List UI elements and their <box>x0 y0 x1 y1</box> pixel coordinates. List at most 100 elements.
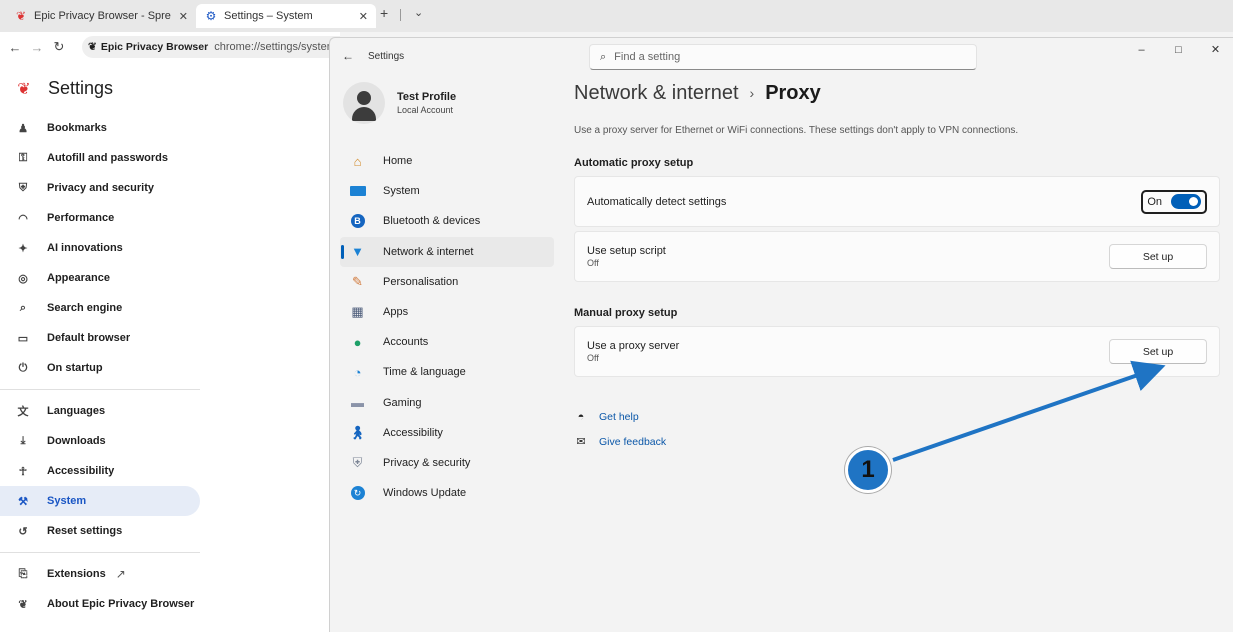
sidebar-item-label: Gaming <box>383 396 422 409</box>
search-icon: ⌕ <box>600 50 607 63</box>
gamepad-icon: ▬ <box>351 395 364 411</box>
sidebar-item-label: Bookmarks <box>47 122 107 134</box>
sidebar-item-label: Personalisation <box>383 275 459 288</box>
breadcrumb: Network & internet › Proxy <box>574 78 1220 108</box>
sidebar-item-label: Apps <box>383 306 409 319</box>
browser-settings-page: ❦ Settings ♟ Bookmarks ⚿ Autofill and pass… <box>0 62 330 632</box>
proxy-server-setup-button[interactable]: Set up <box>1109 339 1207 364</box>
back-arrow-icon[interactable]: ← <box>342 49 354 63</box>
get-help-link[interactable]: ◓ Get help <box>574 404 1220 429</box>
sidebar-item-label: Time & language <box>383 366 466 379</box>
toggle-switch[interactable] <box>1171 194 1201 209</box>
download-icon: ⤓ <box>20 434 26 447</box>
browser-icon: ▭ <box>17 332 29 345</box>
close-tab-icon[interactable]: ✕ <box>179 10 188 23</box>
wifi-icon: ▼ <box>351 244 364 260</box>
sidebar-item-label: Default browser <box>47 332 131 344</box>
sidebar-item-bluetooth[interactable]: B Bluetooth & devices <box>340 206 554 236</box>
monitor-icon <box>349 183 366 200</box>
key-icon: ⚿ <box>18 151 28 164</box>
shield-icon: ⛨ <box>352 454 363 470</box>
sidebar-item-label: Bluetooth & devices <box>383 215 481 228</box>
search-input[interactable]: ⌕ Find a setting <box>589 44 977 70</box>
sidebar-item-privacy-security[interactable]: ⛨ Privacy & security <box>340 448 554 478</box>
user-profile[interactable]: Test Profile Local Account <box>343 82 456 124</box>
reload-icon[interactable]: ↻ <box>48 39 70 55</box>
sidebar-item-label: Languages <box>47 405 106 417</box>
avatar <box>343 82 385 124</box>
get-help-label: Get help <box>599 410 639 423</box>
sidebar-item-label: System <box>47 495 87 507</box>
close-icon[interactable]: ✕ <box>1197 38 1233 66</box>
breadcrumb-separator: › <box>749 85 755 101</box>
sidebar-item-apps[interactable]: ▦ Apps <box>340 297 554 327</box>
sidebar-item-autofill[interactable]: ⚿ Autofill and passwords <box>0 143 200 173</box>
sidebar-item-gaming[interactable]: ▬ Gaming <box>340 388 554 418</box>
sidebar-item-time-language[interactable]: ◔ Time & language <box>340 357 554 387</box>
sidebar-item-privacy[interactable]: ⛨ Privacy and security <box>0 173 200 203</box>
breadcrumb-parent[interactable]: Network & internet <box>574 82 739 105</box>
section-heading-automatic: Automatic proxy setup <box>574 157 694 169</box>
minimize-icon[interactable]: – <box>1123 38 1160 66</box>
reset-icon: ↺ <box>18 525 28 538</box>
sidebar-item-on-startup[interactable]: ⏻ On startup <box>0 353 200 383</box>
maximize-icon[interactable]: □ <box>1160 38 1197 66</box>
sidebar-item-label: Downloads <box>47 435 106 447</box>
sidebar-item-about[interactable]: ❦ About Epic Privacy Browser <box>0 589 200 619</box>
sidebar-item-system[interactable]: ⚒ System <box>0 486 200 516</box>
auto-detect-toggle[interactable]: On <box>1141 189 1207 214</box>
gear-icon: ⚙ <box>205 9 217 23</box>
sidebar-item-windows-update[interactable]: ↻ Windows Update <box>340 478 554 508</box>
sidebar-item-home[interactable]: ⌂ Home <box>340 146 554 176</box>
forward-arrow-icon[interactable]: → <box>26 40 48 55</box>
setup-script-button[interactable]: Set up <box>1109 244 1207 269</box>
proxy-server-status: Off <box>587 353 599 363</box>
close-tab-icon[interactable]: ✕ <box>359 10 368 23</box>
sidebar-item-accessibility[interactable]: ☥ Accessibility <box>0 456 200 486</box>
power-icon: ⏻ <box>18 361 28 374</box>
sidebar-item-performance[interactable]: ◠ Performance <box>0 203 200 233</box>
windows-settings-window: ← Settings ⌕ Find a setting – □ ✕ Test P… <box>329 37 1233 632</box>
site-chip[interactable]: ❦ Epic Privacy Browser <box>88 41 214 53</box>
sidebar-item-downloads[interactable]: ⤓ Downloads <box>0 426 200 456</box>
tab-epic-privacy-browser[interactable]: ❦ Epic Privacy Browser - Spread E ✕ <box>6 4 196 28</box>
sidebar-item-label: Privacy and security <box>47 182 155 194</box>
sidebar-item-reset-settings[interactable]: ↺ Reset settings <box>0 516 200 546</box>
search-placeholder: Find a setting <box>614 51 681 63</box>
brush-icon: ✎ <box>352 273 363 289</box>
back-arrow-icon[interactable]: ← <box>4 40 26 55</box>
sidebar-item-system[interactable]: System <box>340 176 554 206</box>
page-title: Settings <box>48 78 114 98</box>
palette-icon: ◎ <box>18 272 28 285</box>
auto-detect-card: Automatically detect settings On <box>574 176 1220 227</box>
tab-search-chevron-icon[interactable]: ⌄ <box>414 6 423 19</box>
sidebar-item-personalisation[interactable]: ✎ Personalisation <box>340 267 554 297</box>
setup-script-status: Off <box>587 258 599 268</box>
sidebar-item-search-engine[interactable]: ⌕ Search engine <box>0 293 200 323</box>
sidebar-item-bookmarks[interactable]: ♟ Bookmarks <box>0 113 200 143</box>
sidebar-item-accounts[interactable]: ● Accounts <box>340 327 554 357</box>
window-title: Settings <box>368 51 405 62</box>
sidebar-item-appearance[interactable]: ◎ Appearance <box>0 263 200 293</box>
profile-account-type: Local Account <box>397 105 454 115</box>
sidebar-item-accessibility[interactable]: 🚶︎ Accessibility <box>340 418 554 448</box>
sidebar-item-extensions[interactable]: ⎘ Extensions ↗ <box>0 559 200 589</box>
profile-name: Test Profile <box>397 91 457 103</box>
address-bar[interactable]: ❦ Epic Privacy Browser chrome://settings… <box>82 36 340 58</box>
sidebar-item-default-browser[interactable]: ▭ Default browser <box>0 323 200 353</box>
bluetooth-icon: B <box>349 213 366 230</box>
tab-settings-system[interactable]: ⚙ Settings – System ✕ <box>196 4 376 28</box>
annotation-badge: 1 <box>845 447 891 493</box>
sidebar-divider <box>0 389 200 390</box>
breadcrumb-current: Proxy <box>765 81 821 104</box>
sidebar-item-ai-innovations[interactable]: ✦ AI innovations <box>0 233 200 263</box>
translate-icon: 文 <box>17 406 29 418</box>
accessibility-icon: 🚶︎ <box>349 424 366 440</box>
new-tab-button[interactable]: + <box>380 5 388 21</box>
sidebar-item-languages[interactable]: 文 Languages <box>0 396 200 426</box>
sidebar-item-label: Home <box>383 155 413 168</box>
settings-header: ❦ Settings <box>14 78 113 99</box>
give-feedback-link[interactable]: ✉ Give feedback <box>574 429 1220 454</box>
sidebar-item-label: Network & internet <box>383 245 474 258</box>
sidebar-item-network[interactable]: ▼ Network & internet <box>340 236 554 267</box>
